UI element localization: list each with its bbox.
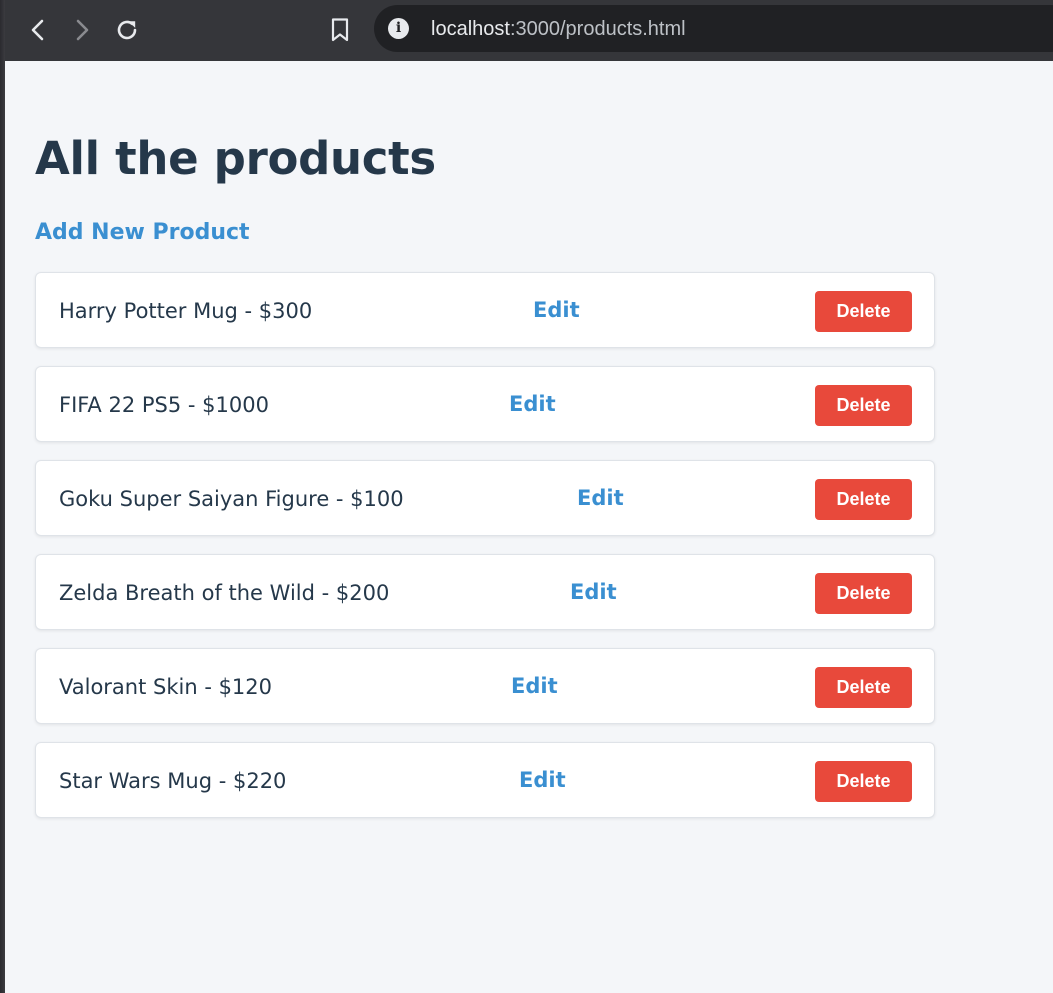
reload-button[interactable] — [108, 11, 146, 49]
product-item: Zelda Breath of the Wild - $200 Edit Del… — [35, 554, 935, 630]
product-item: Valorant Skin - $120 Edit Delete — [35, 648, 935, 724]
product-name: Star Wars Mug - $220 — [59, 769, 287, 793]
url-path: :3000/products.html — [509, 18, 686, 40]
product-item: FIFA 22 PS5 - $1000 Edit Delete — [35, 366, 935, 442]
chevron-left-icon — [31, 19, 44, 41]
product-list: Harry Potter Mug - $300 Edit Delete FIFA… — [35, 272, 935, 836]
back-button[interactable] — [19, 11, 57, 49]
chevron-right-icon — [76, 19, 89, 41]
edit-link[interactable]: Edit — [577, 485, 624, 511]
product-name: Harry Potter Mug - $300 — [59, 299, 313, 323]
url-text[interactable]: localhost:3000/products.html — [431, 17, 686, 41]
url-host: localhost — [431, 18, 510, 40]
delete-button[interactable]: Delete — [815, 385, 912, 426]
delete-button[interactable]: Delete — [815, 573, 912, 614]
add-new-product-link[interactable]: Add New Product — [35, 219, 250, 247]
product-name: FIFA 22 PS5 - $1000 — [59, 393, 269, 417]
edit-link[interactable]: Edit — [519, 767, 566, 793]
bookmark-button[interactable] — [321, 11, 359, 49]
page-content: All the products Add New Product Harry P… — [5, 61, 1053, 993]
info-icon[interactable]: i — [388, 18, 409, 39]
delete-button[interactable]: Delete — [815, 291, 912, 332]
edit-link[interactable]: Edit — [533, 297, 580, 323]
address-bar[interactable]: i localhost:3000/products.html — [374, 5, 1053, 52]
product-item: Star Wars Mug - $220 Edit Delete — [35, 742, 935, 818]
browser-toolbar: i localhost:3000/products.html — [0, 0, 1053, 61]
bookmark-icon — [331, 18, 349, 42]
delete-button[interactable]: Delete — [815, 667, 912, 708]
edit-link[interactable]: Edit — [511, 673, 558, 699]
page-title: All the products — [35, 132, 436, 185]
window-edge — [0, 0, 5, 993]
product-name: Goku Super Saiyan Figure - $100 — [59, 487, 404, 511]
product-name: Zelda Breath of the Wild - $200 — [59, 581, 390, 605]
reload-icon — [117, 20, 137, 40]
product-item: Harry Potter Mug - $300 Edit Delete — [35, 272, 935, 348]
forward-button[interactable] — [63, 11, 101, 49]
edit-link[interactable]: Edit — [509, 391, 556, 417]
product-name: Valorant Skin - $120 — [59, 675, 273, 699]
delete-button[interactable]: Delete — [815, 761, 912, 802]
product-item: Goku Super Saiyan Figure - $100 Edit Del… — [35, 460, 935, 536]
delete-button[interactable]: Delete — [815, 479, 912, 520]
edit-link[interactable]: Edit — [570, 579, 617, 605]
